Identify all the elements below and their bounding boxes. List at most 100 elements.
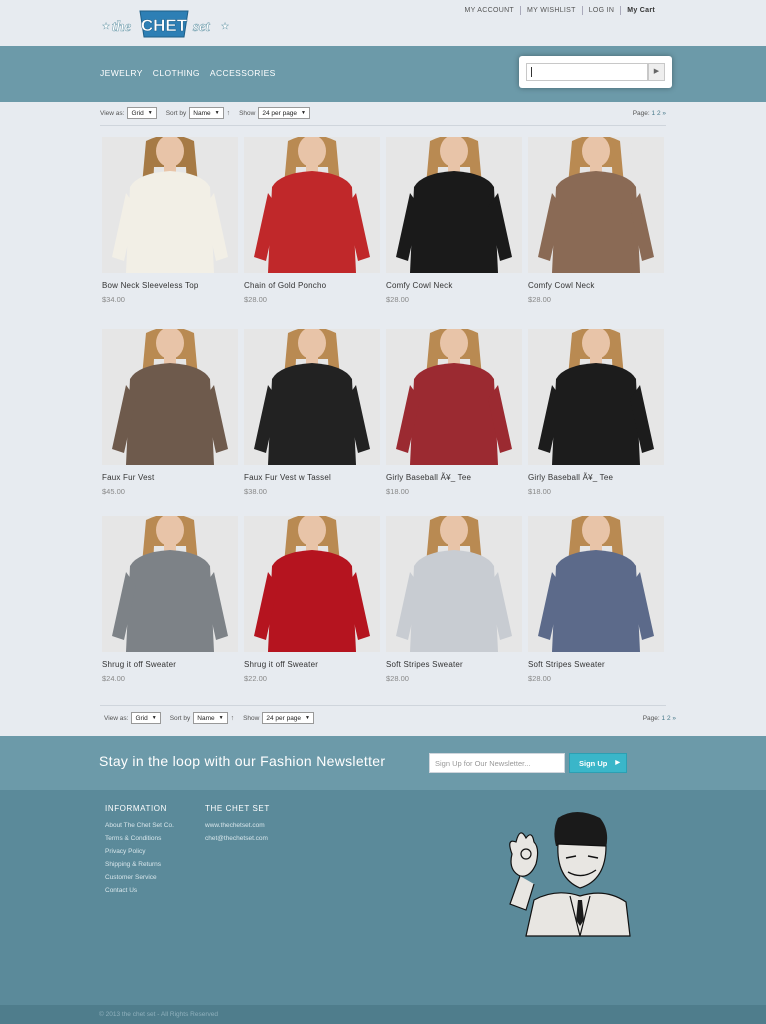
product-image[interactable]	[102, 516, 238, 652]
product-card[interactable]: Shrug it off Sweater $24.00	[102, 516, 238, 683]
svg-text:★: ★	[102, 21, 110, 31]
play-arrow-icon: ▶	[615, 760, 620, 766]
product-card[interactable]: Girly Baseball Ã¥_ Tee $18.00	[386, 329, 522, 496]
nav-band: JEWELRY CLOTHING ACCESSORIES ▶	[0, 46, 766, 102]
product-name[interactable]: Soft Stripes Sweater	[386, 660, 522, 669]
search-input[interactable]	[526, 63, 648, 81]
product-name[interactable]: Faux Fur Vest	[102, 473, 238, 482]
product-name[interactable]: Chain of Gold Poncho	[244, 281, 380, 290]
footer-link-email[interactable]: chet@thechetset.com	[205, 835, 270, 842]
product-image[interactable]	[244, 329, 380, 465]
footer-link-terms[interactable]: Terms & Conditions	[105, 835, 174, 842]
view-value: Grid	[131, 109, 144, 117]
product-name[interactable]: Faux Fur Vest w Tassel	[244, 473, 380, 482]
my-wishlist-link[interactable]: MY WISHLIST	[521, 6, 583, 15]
product-card[interactable]: Soft Stripes Sweater $28.00	[528, 516, 664, 683]
product-image[interactable]	[528, 137, 664, 273]
footer-information: INFORMATION About The Chet Set Co. Terms…	[105, 804, 174, 900]
my-account-link[interactable]: MY ACCOUNT	[458, 6, 521, 15]
product-name[interactable]: Comfy Cowl Neck	[528, 281, 664, 290]
logo-text-left: the	[112, 19, 132, 35]
toolbar-bottom: View as: Grid ▼ Sort by Name ▼ ↑ Show 24 p…	[104, 710, 676, 726]
footer-link-privacy[interactable]: Privacy Policy	[105, 848, 174, 855]
page-links[interactable]: 1 2 »	[652, 110, 666, 117]
view-value: Grid	[135, 714, 148, 722]
show-select[interactable]: 24 per page ▼	[262, 712, 314, 724]
newsletter-band: Stay in the loop with our Fashion Newsle…	[0, 736, 766, 790]
product-name[interactable]: Shrug it off Sweater	[102, 660, 238, 669]
sort-value: Name	[193, 109, 211, 117]
product-name[interactable]: Soft Stripes Sweater	[528, 660, 664, 669]
newsletter-email-field[interactable]: Sign Up for Our Newsletter...	[429, 753, 565, 773]
product-image[interactable]	[386, 329, 522, 465]
product-card[interactable]: Chain of Gold Poncho $28.00	[244, 137, 380, 304]
product-card[interactable]: Comfy Cowl Neck $28.00	[528, 137, 664, 304]
product-price: $28.00	[528, 674, 551, 683]
header: ★ the CHET set ★ MY ACCOUNT MY WISHLIST …	[0, 0, 766, 46]
product-card[interactable]: Shrug it off Sweater $22.00	[244, 516, 380, 683]
product-price: $18.00	[386, 487, 409, 496]
show-select[interactable]: 24 per page ▼	[258, 107, 310, 119]
my-cart-link[interactable]: My Cart	[621, 6, 661, 15]
product-card[interactable]: Faux Fur Vest $45.00	[102, 329, 238, 496]
footer-link-contact[interactable]: Contact Us	[105, 887, 174, 894]
sort-direction-icon[interactable]: ↑	[227, 110, 231, 117]
product-price: $28.00	[244, 295, 267, 304]
view-select[interactable]: Grid ▼	[127, 107, 157, 119]
product-card[interactable]: Bow Neck Sleeveless Top $34.00	[102, 137, 238, 304]
log-in-link[interactable]: LOG IN	[583, 6, 622, 15]
product-image[interactable]	[528, 516, 664, 652]
sign-up-button[interactable]: Sign Up ▶	[569, 753, 627, 773]
product-name[interactable]: Bow Neck Sleeveless Top	[102, 281, 238, 290]
product-name[interactable]: Girly Baseball Ã¥_ Tee	[386, 473, 522, 482]
footer-link-shipping[interactable]: Shipping & Returns	[105, 861, 174, 868]
view-select[interactable]: Grid ▼	[131, 712, 161, 724]
main-nav: JEWELRY CLOTHING ACCESSORIES	[100, 68, 276, 78]
product-image[interactable]	[244, 516, 380, 652]
nav-item-clothing[interactable]: CLOTHING	[153, 68, 200, 78]
copyright-bar: © 2013 the chet set - All Rights Reserve…	[0, 1005, 766, 1024]
product-name[interactable]: Comfy Cowl Neck	[386, 281, 522, 290]
product-image[interactable]	[528, 329, 664, 465]
product-card[interactable]: Comfy Cowl Neck $28.00	[386, 137, 522, 304]
product-card[interactable]: Faux Fur Vest w Tassel $38.00	[244, 329, 380, 496]
footer-link-customer-service[interactable]: Customer Service	[105, 874, 174, 881]
toolbar-top: View as: Grid ▼ Sort by Name ▼ ↑ Show 24 p…	[100, 105, 666, 121]
product-image[interactable]	[102, 137, 238, 273]
chevron-down-icon: ▼	[305, 715, 310, 721]
copyright-text: © 2013 the chet set - All Rights Reserve…	[99, 1011, 218, 1018]
product-image[interactable]	[244, 137, 380, 273]
product-name[interactable]: Girly Baseball Ã¥_ Tee	[528, 473, 664, 482]
product-image[interactable]	[386, 516, 522, 652]
sort-select[interactable]: Name ▼	[193, 712, 228, 724]
chevron-down-icon: ▼	[151, 715, 157, 721]
logo-text-mid: CHET	[141, 16, 188, 35]
page-links[interactable]: 1 2 »	[662, 715, 676, 722]
product-price: $18.00	[528, 487, 551, 496]
sort-direction-icon[interactable]: ↑	[231, 715, 235, 722]
pager: Page: 1 2 »	[643, 715, 676, 722]
nav-item-accessories[interactable]: ACCESSORIES	[210, 68, 276, 78]
show-label: Show	[243, 714, 260, 722]
product-card[interactable]: Girly Baseball Ã¥_ Tee $18.00	[528, 329, 664, 496]
chevron-down-icon: ▼	[301, 110, 306, 116]
footer-link-website[interactable]: www.thechetset.com	[205, 822, 270, 829]
product-image[interactable]	[386, 137, 522, 273]
product-image[interactable]	[102, 329, 238, 465]
page-label: Page:	[632, 109, 650, 117]
play-arrow-icon: ▶	[653, 68, 660, 75]
show-label: Show	[239, 109, 256, 117]
nav-item-jewelry[interactable]: JEWELRY	[100, 68, 143, 78]
product-name[interactable]: Shrug it off Sweater	[244, 660, 380, 669]
page-label: Page:	[642, 714, 660, 722]
product-card[interactable]: Soft Stripes Sweater $28.00	[386, 516, 522, 683]
chevron-down-icon: ▼	[147, 110, 153, 116]
sort-select[interactable]: Name ▼	[189, 107, 224, 119]
product-price: $34.00	[102, 295, 125, 304]
show-value: 24 per page	[266, 714, 302, 722]
search-button[interactable]: ▶	[648, 63, 665, 81]
logo-text-right: set	[192, 19, 210, 35]
logo[interactable]: ★ the CHET set ★	[100, 7, 233, 41]
footer: INFORMATION About The Chet Set Co. Terms…	[0, 790, 766, 1005]
footer-link-about[interactable]: About The Chet Set Co.	[105, 822, 174, 829]
